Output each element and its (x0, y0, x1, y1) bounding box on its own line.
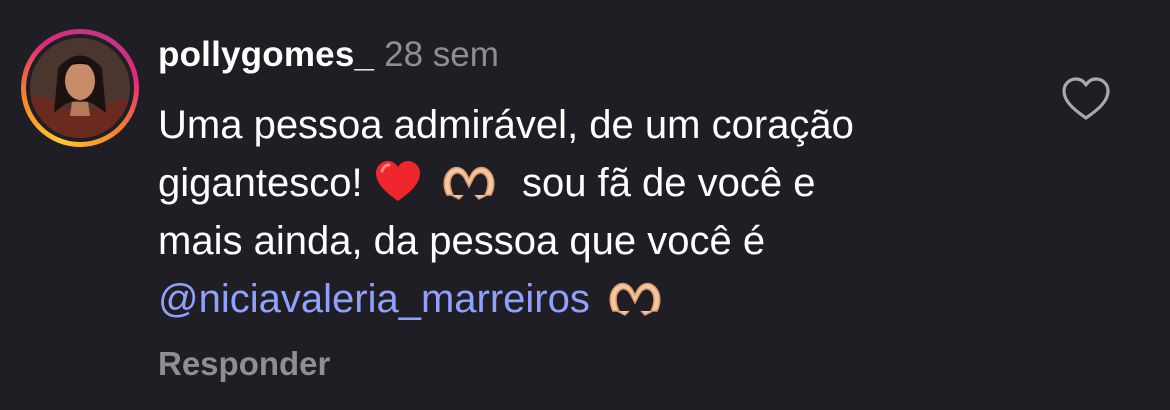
comment-line-3: mais ainda, da pessoa que você é (158, 219, 766, 263)
username-link[interactable]: pollygomes_ (158, 35, 374, 74)
heart-hands-emoji-icon (607, 277, 663, 317)
red-heart-emoji-icon (374, 159, 422, 203)
heart-outline-icon (1062, 77, 1110, 120)
comment-line-4: @niciavaleria_marreiros (158, 270, 1038, 328)
comment-line-1: Uma pessoa admirável, de um coração (158, 103, 854, 147)
avatar[interactable] (30, 38, 130, 138)
comment-line-2-text: gigantesco! (158, 161, 363, 205)
comment-header: pollygomes_ 28 sem (158, 33, 499, 77)
avatar-frame (26, 34, 134, 142)
comment-text: Uma pessoa admirável, de um coração giga… (158, 96, 1038, 328)
comment-item: pollygomes_ 28 sem Uma pessoa admirável, … (0, 0, 1170, 410)
heart-hands-emoji-icon (441, 161, 497, 201)
comment-line-2: gigantesco! sou fã de você e (158, 154, 1038, 212)
story-ring[interactable] (21, 29, 139, 147)
like-button[interactable] (1061, 76, 1111, 122)
mention-link[interactable]: @niciavaleria_marreiros (158, 277, 590, 321)
comment-timestamp: 28 sem (384, 35, 499, 74)
comment-line-2b-text: sou fã de você e (521, 161, 816, 205)
reply-button[interactable]: Responder (158, 343, 330, 385)
